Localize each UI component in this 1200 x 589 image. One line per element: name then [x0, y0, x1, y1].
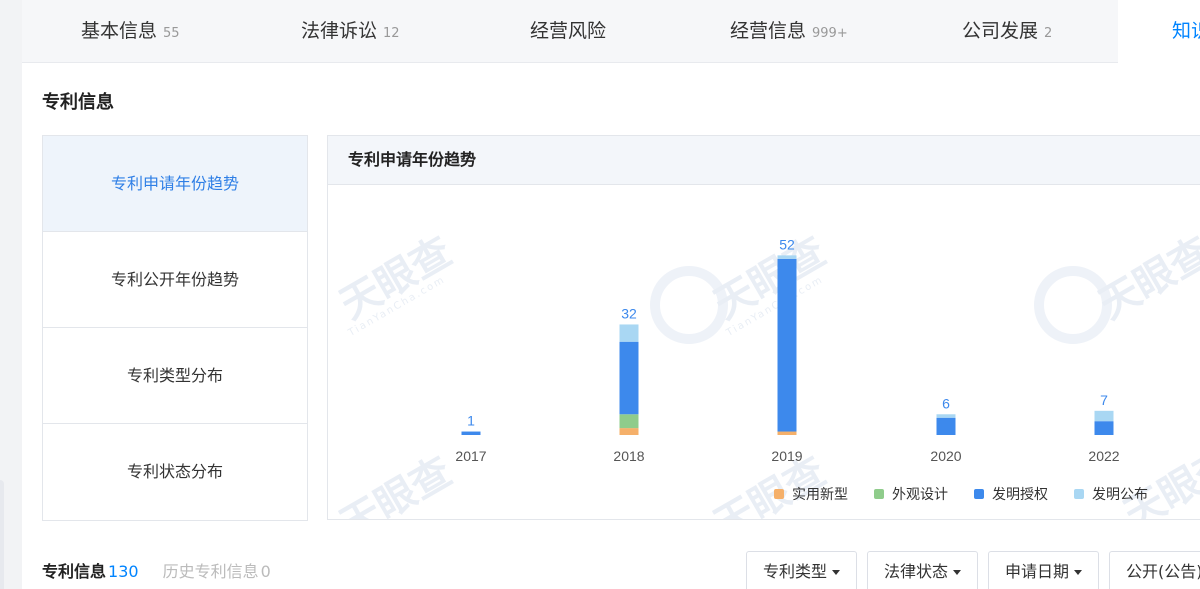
side-item-status-distribution[interactable]: 专利状态分布: [43, 424, 307, 519]
legend-swatch: [774, 489, 784, 499]
caret-down-icon: [1074, 570, 1083, 575]
bar-chart: 1 2017 32 2018 52 2019 6 2020 7 2022: [455, 236, 1119, 464]
legend-item[interactable]: 发明授权: [974, 484, 1048, 504]
filter-application-date[interactable]: 申请日期: [988, 551, 1100, 589]
bar-segment-2019-0[interactable]: [777, 431, 797, 435]
tab-count: 130: [108, 562, 139, 581]
filter-publication[interactable]: 公开(公告): [1109, 551, 1200, 589]
bar-segment-2022-3[interactable]: [1094, 410, 1114, 422]
chart-panel: 专利申请年份趋势 天眼查 TianYanCha.com 天眼查 TianYanC…: [327, 135, 1200, 520]
bar-segment-2022-2[interactable]: [1094, 421, 1114, 435]
filter-label: 申请日期: [1005, 562, 1070, 581]
x-tick-label: 2018: [613, 448, 644, 464]
bar-segment-2020-3[interactable]: [936, 414, 956, 418]
bar-segment-2018-2[interactable]: [619, 341, 639, 415]
tab-count: 0: [260, 562, 271, 581]
tab-development[interactable]: 公司发展 2: [962, 0, 1052, 62]
side-nub: [0, 480, 4, 589]
caret-down-icon: [832, 570, 841, 575]
chart-title: 专利申请年份趋势: [328, 136, 1200, 185]
bar-segment-2017-2[interactable]: [461, 431, 481, 435]
filter-label: 公开(公告): [1126, 562, 1200, 581]
left-edge: [0, 0, 22, 589]
bar-segment-2019-3[interactable]: [777, 255, 797, 259]
bar-segment-2020-2[interactable]: [936, 417, 956, 435]
tab-count: 12: [383, 26, 400, 41]
bar-total-label: 6: [942, 395, 950, 411]
legend-label: 发明授权: [992, 487, 1048, 503]
top-tabs: 基本信息 55 法律诉讼 12 经营风险 经营信息 999+ 公司发展 2 知识: [22, 0, 1200, 63]
tab-knowledge[interactable]: 知识: [1118, 0, 1200, 63]
x-tick-label: 2020: [930, 448, 961, 464]
section-title: 专利信息: [42, 92, 114, 113]
tab-count: 999+: [812, 26, 848, 41]
legend-label: 实用新型: [792, 487, 848, 503]
bar-segment-2019-2[interactable]: [777, 258, 797, 432]
bar-segment-2018-1[interactable]: [619, 414, 639, 429]
tab-count: 55: [163, 26, 180, 41]
tab-label: 知识: [1172, 20, 1200, 42]
tab-history-patent-info[interactable]: 历史专利信息 0: [163, 558, 271, 589]
side-item-publication-trend[interactable]: 专利公开年份趋势: [43, 232, 307, 328]
side-item-type-distribution[interactable]: 专利类型分布: [43, 328, 307, 424]
x-tick-label: 2017: [455, 448, 486, 464]
tab-patent-info[interactable]: 专利信息 130: [42, 558, 139, 589]
bar-total-label: 1: [467, 413, 475, 429]
legend-item[interactable]: 外观设计: [874, 484, 948, 504]
bar-total-label: 52: [779, 236, 795, 252]
tab-label: 基本信息: [81, 20, 158, 42]
legend-item[interactable]: 发明公布: [1074, 484, 1148, 504]
side-menu: 专利申请年份趋势 专利公开年份趋势 专利类型分布 专利状态分布: [42, 135, 308, 521]
tab-count: 2: [1044, 26, 1053, 41]
legend-swatch: [974, 489, 984, 499]
page: 基本信息 55 法律诉讼 12 经营风险 经营信息 999+ 公司发展 2 知识 专利信…: [22, 0, 1200, 589]
side-item-application-trend[interactable]: 专利申请年份趋势: [43, 136, 307, 232]
filter-patent-type[interactable]: 专利类型: [746, 551, 858, 589]
tab-business-info[interactable]: 经营信息 999+: [730, 0, 848, 62]
bottom-tabs: 专利信息 130 历史专利信息 0: [42, 558, 271, 589]
tab-label: 历史专利信息: [162, 562, 259, 581]
tab-basic-info[interactable]: 基本信息 55: [81, 0, 180, 62]
chart-legend: 实用新型 外观设计 发明授权 发明公布: [774, 484, 1148, 504]
tab-legal[interactable]: 法律诉讼 12: [301, 0, 400, 62]
legend-swatch: [1074, 489, 1084, 499]
tab-label: 经营信息: [730, 20, 807, 42]
bar-segment-2018-0[interactable]: [619, 428, 639, 435]
tab-label: 经营风险: [530, 20, 607, 42]
bar-total-label: 7: [1100, 392, 1108, 408]
tab-risk[interactable]: 经营风险: [530, 0, 606, 62]
tab-label: 法律诉讼: [301, 20, 378, 42]
legend-label: 发明公布: [1092, 487, 1148, 503]
legend-item[interactable]: 实用新型: [774, 484, 848, 504]
filter-legal-status[interactable]: 法律状态: [867, 551, 979, 589]
legend-swatch: [874, 489, 884, 499]
tab-label: 公司发展: [962, 20, 1039, 42]
caret-down-icon: [953, 570, 962, 575]
filter-bar: 专利类型 法律状态 申请日期 公开(公告): [746, 551, 1200, 589]
tab-label: 专利信息: [42, 562, 107, 581]
x-tick-label: 2019: [771, 448, 802, 464]
filter-label: 专利类型: [763, 562, 828, 581]
bar-segment-2018-3[interactable]: [619, 324, 639, 342]
filter-label: 法律状态: [884, 562, 949, 581]
x-tick-label: 2022: [1088, 448, 1119, 464]
bar-total-label: 32: [621, 305, 637, 321]
legend-label: 外观设计: [892, 487, 948, 503]
